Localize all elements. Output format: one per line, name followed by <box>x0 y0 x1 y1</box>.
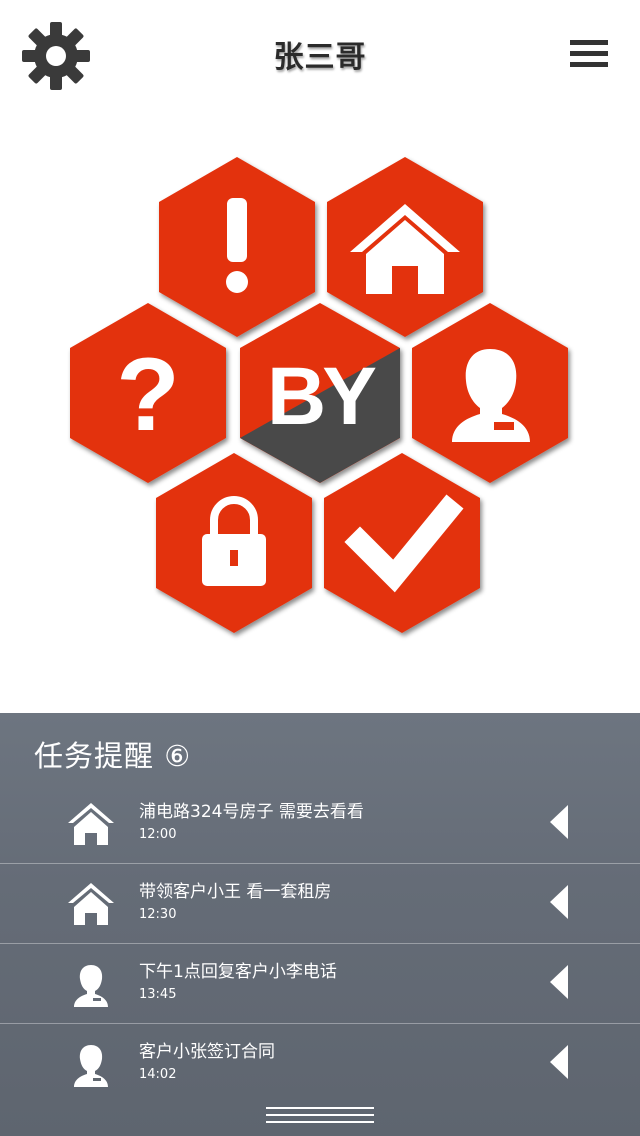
arrow-left-icon[interactable] <box>546 803 570 841</box>
task-time: 12:30 <box>139 907 177 922</box>
task-panel-title: 任务提醒 ⑥ <box>34 733 191 775</box>
row-divider <box>0 943 640 944</box>
honeycomb-menu: ? BY <box>70 157 568 633</box>
task-text: 带领客户小王 看一套租房 <box>139 882 332 902</box>
row-divider <box>0 1023 640 1024</box>
task-item[interactable]: 带领客户小王 看一套租房 12:30 <box>0 863 640 943</box>
task-time: 13:45 <box>139 987 177 1002</box>
task-text: 浦电路324号房子 需要去看看 <box>139 802 364 822</box>
task-reminder-panel: 任务提醒 ⑥ 浦电路324号房子 需要去看看 12:00 带领客户小王 看一套租… <box>0 713 640 1136</box>
arrow-left-icon[interactable] <box>546 1043 570 1081</box>
hamburger-menu-icon[interactable] <box>568 36 614 72</box>
home-icon <box>68 803 114 845</box>
user-icon <box>74 965 108 1007</box>
alert-tile[interactable] <box>159 157 315 337</box>
brand-tile[interactable]: BY <box>240 303 400 483</box>
arrow-left-icon[interactable] <box>546 883 570 921</box>
task-title-text: 任务提醒 <box>34 739 155 773</box>
check-tile[interactable] <box>324 453 480 633</box>
row-divider <box>0 863 640 864</box>
task-time: 12:00 <box>139 827 177 842</box>
header-bar: 张三哥 <box>0 0 640 110</box>
task-count-badge: ⑥ <box>164 739 192 773</box>
arrow-left-icon[interactable] <box>546 963 570 1001</box>
user-tile[interactable] <box>412 303 568 483</box>
brand-logo-text: BY <box>267 351 376 442</box>
task-item[interactable]: 下午1点回复客户小李电话 13:45 <box>0 943 640 1023</box>
task-item[interactable]: 浦电路324号房子 需要去看看 12:00 <box>0 783 640 863</box>
question-icon: ? <box>116 337 180 453</box>
home-tile[interactable] <box>327 157 483 337</box>
home-icon <box>68 883 114 925</box>
task-text: 客户小张签订合同 <box>139 1042 275 1062</box>
task-time: 14:02 <box>139 1067 177 1082</box>
alert-icon <box>226 198 248 293</box>
drag-handle-icon[interactable] <box>264 1103 376 1127</box>
user-icon <box>74 1045 108 1087</box>
task-text: 下午1点回复客户小李电话 <box>139 962 337 982</box>
svg-text:?: ? <box>116 337 180 453</box>
page-title: 张三哥 <box>273 40 367 75</box>
question-tile[interactable]: ? <box>70 303 226 483</box>
task-item[interactable]: 客户小张签订合同 14:02 <box>0 1023 640 1103</box>
lock-tile[interactable] <box>156 453 312 633</box>
